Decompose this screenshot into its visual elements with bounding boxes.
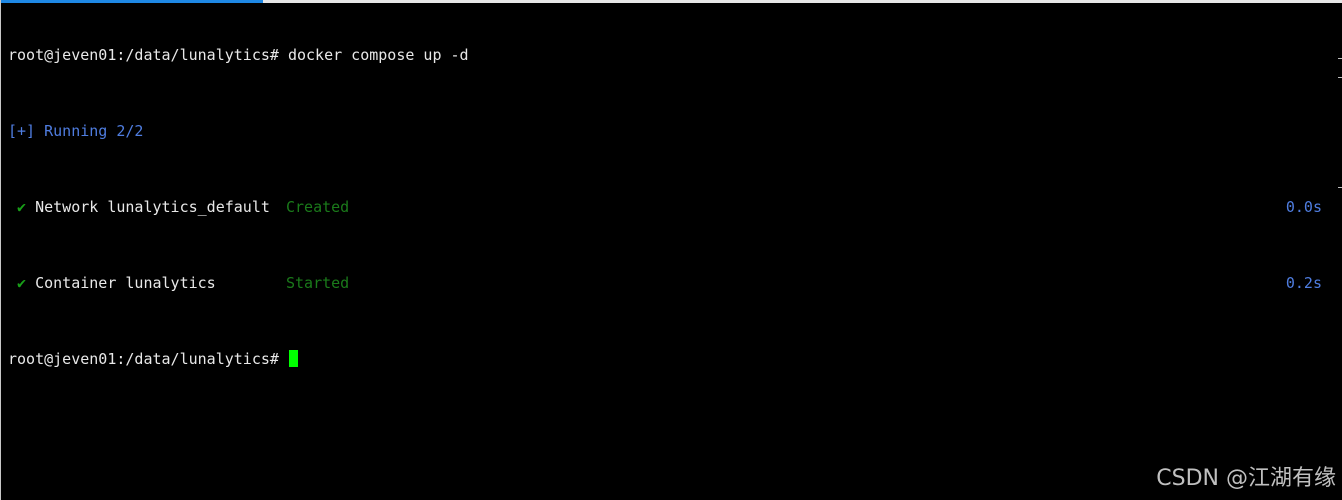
- terminal-line-prompt: root@jeven01:/data/lunalytics#: [8, 350, 1322, 369]
- shell-prompt: root@jeven01:/data/lunalytics#: [8, 350, 279, 368]
- entered-command: docker compose up -d: [287, 46, 469, 64]
- resource-status: Started: [286, 274, 350, 292]
- check-icon: ✔: [17, 198, 27, 216]
- resource-name: Network lunalytics_default: [35, 198, 270, 216]
- csdn-watermark: CSDN @江湖有缘: [1156, 466, 1336, 491]
- resource-row-network: ✔ Network lunalytics_default Created 0.0s: [8, 198, 1322, 217]
- scrollbar-tick: [1338, 187, 1342, 188]
- scrollbar-tick: [1338, 77, 1342, 78]
- terminal-window[interactable]: root@jeven01:/data/lunalytics# docker co…: [0, 0, 1342, 500]
- active-tab-indicator: [1, 0, 263, 3]
- resource-duration: 0.0s: [1285, 198, 1322, 216]
- shell-prompt: root@jeven01:/data/lunalytics#: [8, 46, 279, 64]
- terminal-output[interactable]: root@jeven01:/data/lunalytics# docker co…: [8, 8, 1322, 500]
- terminal-cursor[interactable]: [288, 350, 298, 367]
- terminal-line-command: root@jeven01:/data/lunalytics# docker co…: [8, 46, 1322, 65]
- resource-duration: 0.2s: [1285, 274, 1322, 292]
- check-icon: ✔: [17, 274, 27, 292]
- resource-status: Created: [286, 198, 350, 216]
- running-status: [+] Running 2/2: [8, 122, 144, 140]
- terminal-line-running: [+] Running 2/2: [8, 122, 1322, 141]
- resource-row-container: ✔ Container lunalytics Started 0.2s: [8, 274, 1322, 293]
- scrollbar-tick: [1338, 58, 1342, 59]
- resource-name: Container lunalytics: [35, 274, 216, 292]
